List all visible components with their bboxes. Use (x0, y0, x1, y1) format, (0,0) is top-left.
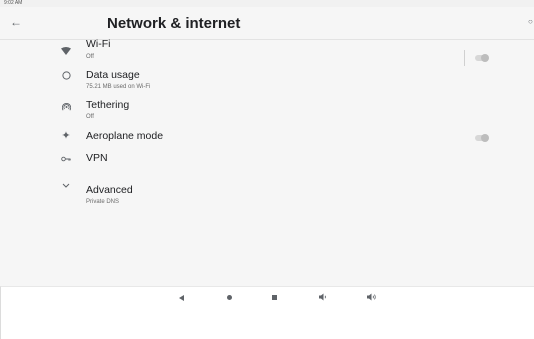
app-bar: ← Network & internet ○ (0, 7, 534, 39)
data-usage-label: Data usage (86, 69, 140, 81)
navigation-bar (0, 286, 534, 339)
chevron-down-icon (58, 181, 74, 191)
vpn-label: VPN (86, 152, 108, 164)
wifi-icon (58, 47, 74, 58)
aeroplane-mode-row[interactable]: ✦ Aeroplane mode (0, 127, 534, 147)
advanced-label: Advanced (86, 184, 133, 196)
back-arrow-icon[interactable]: ← (10, 16, 22, 28)
aeroplane-toggle-knob (481, 134, 489, 142)
wifi-toggle[interactable] (475, 54, 489, 62)
wifi-row[interactable]: Wi-Fi Off (0, 38, 534, 67)
page-title: Network & internet (107, 15, 241, 32)
hotspot-icon (58, 102, 74, 114)
tethering-status: Off (86, 114, 94, 120)
nav-back-icon[interactable] (179, 295, 184, 301)
wifi-label: Wi-Fi (86, 38, 111, 50)
data-usage-summary: 75.21 MB used on Wi-Fi (86, 84, 151, 90)
advanced-summary: Private DNS (86, 199, 120, 205)
aeroplane-mode-label: Aeroplane mode (86, 130, 164, 142)
status-time: 9:02 AM (4, 0, 23, 6)
wifi-status: Off (86, 54, 94, 60)
aeroplane-mode-toggle[interactable] (475, 134, 489, 142)
vpn-key-icon (58, 155, 74, 165)
status-bar: 9:02 AM (0, 0, 534, 7)
wifi-toggle-knob (481, 54, 489, 62)
tethering-label: Tethering (86, 99, 130, 111)
nav-recents-icon[interactable] (272, 295, 277, 300)
data-usage-icon (58, 71, 74, 83)
airplane-icon: ✦ (61, 130, 71, 142)
volume-up-icon[interactable] (367, 293, 377, 304)
volume-down-icon[interactable] (319, 293, 328, 304)
vpn-row[interactable]: VPN (0, 150, 534, 170)
advanced-row[interactable]: Advanced Private DNS (0, 179, 534, 209)
settings-screen: ← Network & internet ○ Wi-Fi Off Data us… (0, 7, 534, 286)
nav-back-shape (179, 295, 184, 301)
search-icon[interactable]: ○ (528, 18, 533, 25)
wifi-toggle-divider (464, 50, 465, 66)
nav-home-shape (227, 295, 232, 300)
data-usage-row[interactable]: Data usage 75.21 MB used on Wi-Fi (0, 67, 534, 93)
nav-recents-shape (272, 295, 277, 300)
tethering-row[interactable]: Tethering Off (0, 97, 534, 123)
nav-home-icon[interactable] (227, 295, 232, 300)
